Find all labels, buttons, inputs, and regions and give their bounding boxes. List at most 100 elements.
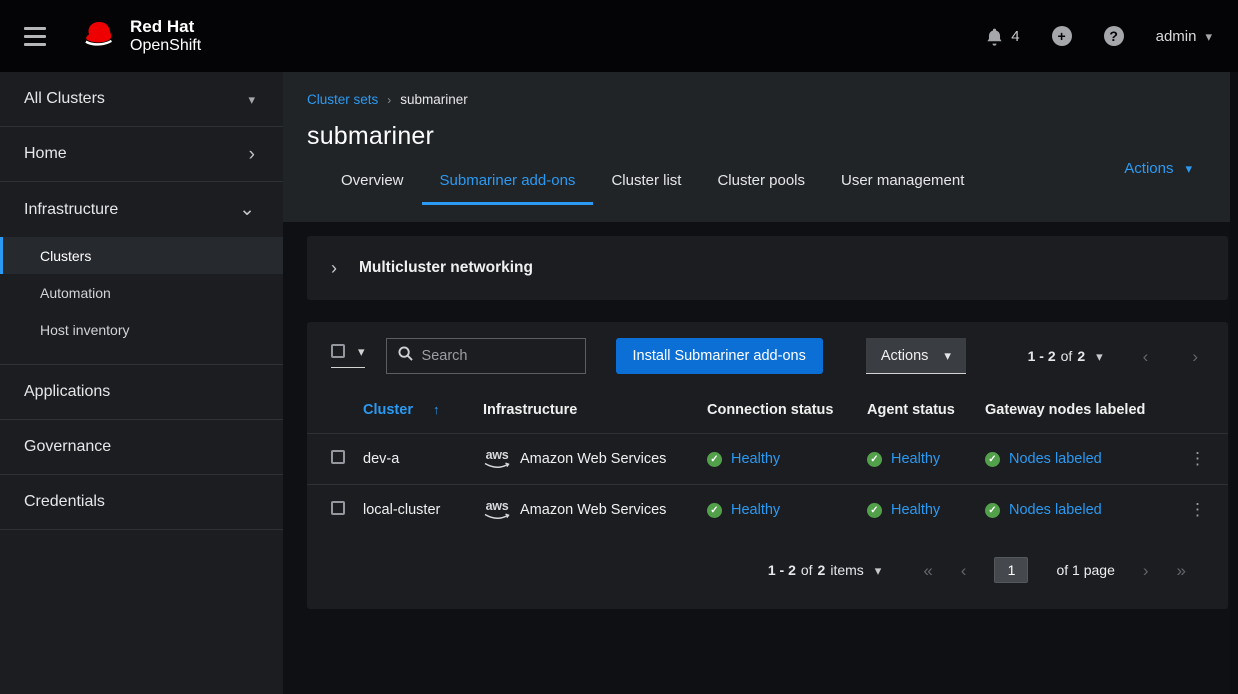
row-kebab-menu[interactable]: ⋮ xyxy=(1167,485,1228,536)
gateway-nodes-link[interactable]: Nodes labeled xyxy=(1009,451,1102,467)
first-page-button[interactable]: « xyxy=(923,562,932,579)
pagination-items-label: items xyxy=(830,562,863,578)
sidebar-item-governance[interactable]: Governance xyxy=(0,420,283,475)
top-pagination: 1 - 2 of 2 ▾ ‹ › xyxy=(1028,348,1212,365)
pagination-total: 2 xyxy=(818,562,826,578)
pagination-items-toggle[interactable]: 1 - 2 of 2 items ▾ xyxy=(768,562,881,578)
angle-right-icon: › xyxy=(249,145,255,164)
notification-count: 4 xyxy=(1011,28,1019,45)
scrollbar-track[interactable] xyxy=(1230,72,1238,694)
nav-toggle-icon[interactable] xyxy=(18,21,52,52)
column-header-connection-status[interactable]: Connection status xyxy=(695,390,853,434)
breadcrumb-current: submariner xyxy=(400,92,468,107)
caret-down-icon: ▾ xyxy=(1185,162,1192,175)
header-actions-cell xyxy=(1167,390,1228,434)
brand-logo[interactable]: Red Hat OpenShift xyxy=(80,17,201,55)
tab-overview[interactable]: Overview xyxy=(323,172,422,205)
sidebar-item-host-inventory[interactable]: Host inventory xyxy=(0,311,283,348)
install-submariner-add-ons-button[interactable]: Install Submariner add-ons xyxy=(616,338,823,374)
column-label: Gateway nodes labeled xyxy=(985,402,1145,418)
aws-icon: aws xyxy=(483,449,511,469)
sidebar-item-automation[interactable]: Automation xyxy=(0,274,283,311)
bulk-select-dropdown[interactable]: ▾ xyxy=(331,344,365,368)
perspective-label: All Clusters xyxy=(24,90,105,108)
multicluster-networking-card: › Multicluster networking xyxy=(307,236,1228,300)
next-page-button[interactable]: › xyxy=(1143,562,1149,579)
redhat-fedora-icon xyxy=(80,19,120,53)
username: admin xyxy=(1156,28,1197,45)
row-checkbox[interactable] xyxy=(331,501,345,515)
tab-cluster-list[interactable]: Cluster list xyxy=(593,172,699,205)
question-circle-icon: ? xyxy=(1104,26,1124,46)
toolbar-actions-dropdown[interactable]: Actions ▾ xyxy=(866,338,966,374)
sidebar-item-infrastructure[interactable]: Infrastructure ⌄ xyxy=(0,182,283,237)
aws-icon: aws xyxy=(483,500,511,520)
tab-user-management[interactable]: User management xyxy=(823,172,982,205)
sidebar-item-label: Infrastructure xyxy=(24,201,118,219)
sidebar-item-label: Home xyxy=(24,145,67,163)
previous-page-button[interactable]: ‹ xyxy=(961,562,967,579)
add-button[interactable]: + xyxy=(1052,26,1072,46)
search-input[interactable] xyxy=(422,348,574,364)
plus-circle-icon: + xyxy=(1052,26,1072,46)
connection-status-link[interactable]: Healthy xyxy=(731,451,780,467)
bottom-pagination: 1 - 2 of 2 items ▾ « ‹ of 1 page › » xyxy=(307,535,1228,609)
select-all-checkbox[interactable] xyxy=(331,344,345,358)
column-header-gateway-nodes-labeled[interactable]: Gateway nodes labeled xyxy=(971,390,1167,434)
caret-down-icon: ▾ xyxy=(875,564,882,577)
agent-status-link[interactable]: Healthy xyxy=(891,502,940,518)
user-menu[interactable]: admin ▾ xyxy=(1156,28,1212,45)
angle-right-icon: › xyxy=(387,93,391,107)
sidebar-item-home[interactable]: Home › xyxy=(0,127,283,182)
column-header-agent-status[interactable]: Agent status xyxy=(853,390,971,434)
search-icon xyxy=(398,346,413,366)
previous-page-button[interactable]: ‹ xyxy=(1143,348,1149,365)
gateway-nodes-link[interactable]: Nodes labeled xyxy=(1009,502,1102,518)
column-header-infrastructure[interactable]: Infrastructure xyxy=(473,390,695,434)
last-page-button[interactable]: » xyxy=(1177,562,1186,579)
submariner-add-ons-table: Cluster ↑ Infrastructure Connection stat… xyxy=(307,390,1228,535)
app-launcher-icon[interactable] xyxy=(934,27,953,46)
perspective-switcher[interactable]: All Clusters ▾ xyxy=(0,72,283,127)
sort-ascending-icon[interactable]: ↑ xyxy=(433,402,440,417)
page-header: Cluster sets › submariner submariner Act… xyxy=(283,72,1238,222)
check-circle-icon: ✓ xyxy=(707,503,722,518)
infrastructure-label: Amazon Web Services xyxy=(520,502,666,518)
row-kebab-menu[interactable]: ⋮ xyxy=(1167,434,1228,485)
notifications-button[interactable]: 4 xyxy=(985,27,1019,46)
expand-toggle-angle-right-icon[interactable]: › xyxy=(331,259,337,277)
table-header-row: Cluster ↑ Infrastructure Connection stat… xyxy=(307,390,1228,434)
sidebar-item-clusters[interactable]: Clusters xyxy=(0,237,283,274)
pagination-range: 1 - 2 xyxy=(1028,348,1056,364)
pagination-of-label: of xyxy=(1061,348,1073,364)
search-box xyxy=(386,338,586,374)
table-row: local-cluster aws Amazon We xyxy=(307,485,1228,536)
masthead: Red Hat OpenShift 4 + ? admin ▾ xyxy=(0,0,1238,72)
angle-down-icon: ⌄ xyxy=(239,200,255,219)
tab-submariner-add-ons[interactable]: Submariner add-ons xyxy=(422,172,594,205)
check-circle-icon: ✓ xyxy=(707,452,722,467)
tabs: Overview Submariner add-ons Cluster list… xyxy=(323,172,1214,205)
sidebar-item-label: Applications xyxy=(24,383,110,401)
current-page-input[interactable] xyxy=(994,557,1028,583)
pagination-menu-toggle[interactable]: 1 - 2 of 2 ▾ xyxy=(1028,348,1103,364)
column-label: Cluster xyxy=(363,402,413,418)
sidebar-item-applications[interactable]: Applications xyxy=(0,365,283,420)
connection-status-link[interactable]: Healthy xyxy=(731,502,780,518)
sidebar-item-label: Host inventory xyxy=(40,322,129,338)
row-checkbox[interactable] xyxy=(331,450,345,464)
breadcrumb-cluster-sets[interactable]: Cluster sets xyxy=(307,92,378,107)
column-header-cluster[interactable]: Cluster ↑ xyxy=(353,390,473,434)
caret-down-icon: ▾ xyxy=(248,93,255,106)
check-circle-icon: ✓ xyxy=(867,503,882,518)
help-button[interactable]: ? xyxy=(1104,26,1124,46)
page-actions-dropdown[interactable]: Actions ▾ xyxy=(1124,160,1192,177)
check-circle-icon: ✓ xyxy=(985,452,1000,467)
tab-cluster-pools[interactable]: Cluster pools xyxy=(699,172,823,205)
header-checkbox-cell xyxy=(307,390,353,434)
sidebar-item-credentials[interactable]: Credentials xyxy=(0,475,283,530)
pagination-total: 2 xyxy=(1077,348,1085,364)
agent-status-link[interactable]: Healthy xyxy=(891,451,940,467)
infrastructure-label: Amazon Web Services xyxy=(520,451,666,467)
next-page-button[interactable]: › xyxy=(1192,348,1198,365)
